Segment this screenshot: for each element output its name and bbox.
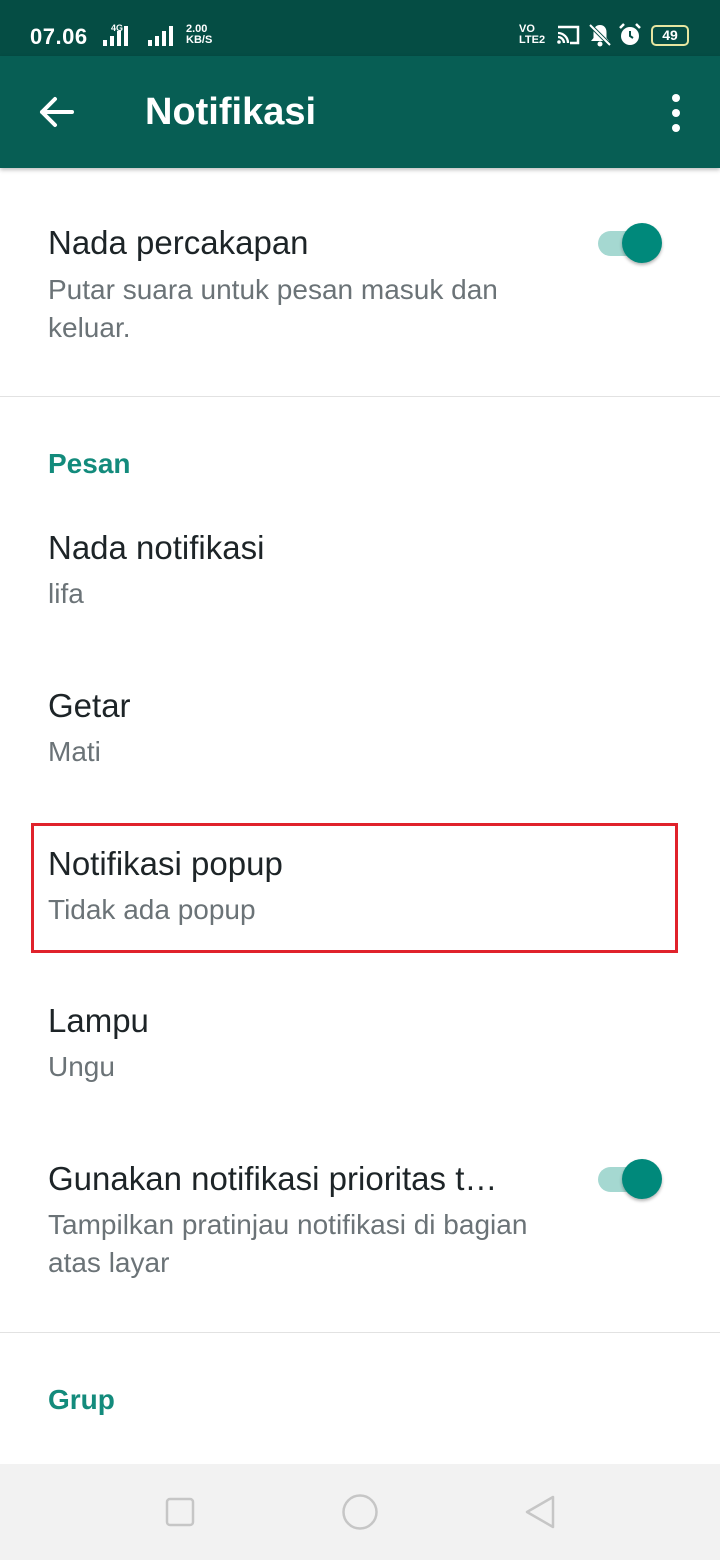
home-button[interactable] [340, 1492, 380, 1532]
setting-value: Mati [48, 736, 101, 767]
arrow-left-icon [40, 97, 74, 127]
recent-apps-button[interactable] [160, 1492, 200, 1532]
setting-conversation-tones[interactable]: Nada percakapan Putar suara untuk pesan … [0, 168, 720, 396]
net-speed-unit: KB/S [186, 34, 213, 46]
setting-title: Notifikasi popup [48, 845, 283, 882]
more-options-button[interactable] [656, 86, 696, 140]
signal-icon [148, 24, 173, 46]
section-header-groups: Grup [48, 1384, 115, 1415]
high-priority-toggle[interactable] [596, 1156, 664, 1202]
volte-bottom: LTE2 [519, 34, 546, 46]
section-header-messages: Pesan [48, 448, 131, 479]
system-back-button[interactable] [520, 1492, 560, 1532]
recent-apps-icon [165, 1497, 195, 1527]
bell-off-icon [588, 23, 612, 47]
alarm-icon [619, 23, 641, 45]
setting-subtitle: Tampilkan pratinjau notifikasi di bagian… [48, 1209, 528, 1278]
setting-light[interactable]: Lampu Ungu [0, 980, 720, 1130]
back-triangle-icon [525, 1495, 555, 1529]
conversation-tones-toggle[interactable] [596, 220, 664, 266]
more-vertical-icon [672, 94, 680, 102]
setting-popup-notification[interactable]: Notifikasi popup Tidak ada popup [0, 822, 720, 972]
cast-icon [557, 25, 580, 45]
status-time: 07.06 [30, 24, 88, 49]
setting-notification-tone[interactable]: Nada notifikasi lifa [0, 505, 720, 655]
setting-value: lifa [48, 578, 84, 609]
divider [0, 396, 720, 397]
setting-value: Ungu [48, 1051, 115, 1082]
battery-icon: 49 [651, 25, 689, 46]
app-bar: Notifikasi [0, 56, 720, 168]
home-icon [342, 1494, 378, 1530]
setting-title: Getar [48, 687, 131, 724]
divider [0, 1332, 720, 1333]
battery-level: 49 [662, 27, 678, 43]
setting-title: Nada notifikasi [48, 529, 265, 566]
setting-title: Gunakan notifikasi prioritas t… [48, 1160, 498, 1197]
setting-vibrate[interactable]: Getar Mati [0, 664, 720, 814]
network-type: 4G [111, 23, 124, 33]
page-title: Notifikasi [145, 91, 317, 133]
setting-value: Tidak ada popup [48, 894, 256, 925]
setting-subtitle: Putar suara untuk pesan masuk dan keluar… [48, 274, 498, 343]
setting-high-priority[interactable]: Gunakan notifikasi prioritas t… Tampilka… [0, 1138, 720, 1328]
status-bar: 07.06 4G 2.00 KB/S VO LTE2 49 [0, 0, 720, 56]
volte-indicator: VO LTE2 [519, 24, 545, 46]
net-speed: 2.00 KB/S [186, 24, 212, 46]
back-button[interactable] [26, 82, 86, 142]
setting-title: Nada percakapan [48, 224, 309, 261]
system-nav-bar [0, 1464, 720, 1560]
setting-title: Lampu [48, 1002, 149, 1039]
